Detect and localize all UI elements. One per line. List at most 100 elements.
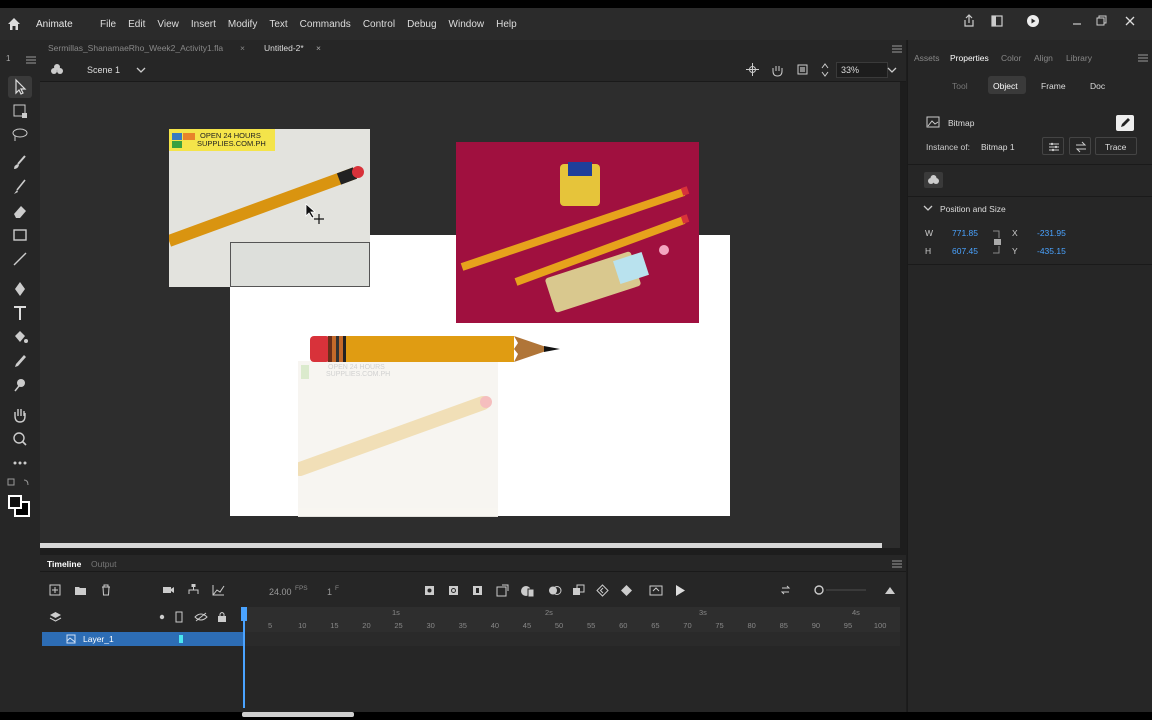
publish-icon[interactable]	[988, 12, 1006, 30]
collapse-icon[interactable]	[26, 56, 36, 64]
swap-colors-icon[interactable]	[6, 477, 34, 489]
zoom-tool-icon[interactable]	[10, 430, 30, 448]
edit-symbols-icon[interactable]	[50, 63, 64, 77]
tab-align[interactable]: Align	[1034, 53, 1053, 63]
pin-tool-icon[interactable]	[10, 376, 30, 394]
zoom-field[interactable]: 33%	[836, 62, 888, 78]
pencil-drawing[interactable]	[308, 334, 562, 364]
loop-icon[interactable]	[649, 584, 663, 597]
pasteboard[interactable]: OPEN 24 HOURS SUPPLIES.COM.PH OPEN 24 HO…	[40, 82, 900, 548]
play-icon[interactable]	[674, 584, 686, 597]
visibility-icon[interactable]	[194, 612, 208, 622]
graph-icon[interactable]	[212, 584, 225, 596]
clip-content-icon[interactable]	[796, 63, 809, 76]
brush-tool-icon[interactable]	[10, 178, 30, 196]
menu-view[interactable]: View	[157, 19, 179, 30]
selection-tool-icon[interactable]	[10, 78, 30, 96]
bitmap-properties-button[interactable]	[1042, 137, 1064, 155]
menu-commands[interactable]: Commands	[300, 19, 351, 30]
layers-icon[interactable]	[49, 611, 62, 623]
rectangle-tool-icon[interactable]	[10, 226, 30, 244]
magenta-pencils-bitmap[interactable]	[456, 142, 699, 323]
menu-help[interactable]: Help	[496, 19, 517, 30]
tab-library[interactable]: Library	[1066, 53, 1092, 63]
trace-button[interactable]: Trace	[1095, 137, 1137, 155]
swap-bitmap-button[interactable]	[1069, 137, 1091, 155]
close-icon[interactable]	[1121, 12, 1139, 30]
rotate-stage-icon[interactable]	[770, 63, 784, 77]
paint-bucket-tool-icon[interactable]	[10, 328, 30, 346]
insert-frame-icon[interactable]	[472, 585, 483, 596]
menu-window[interactable]: Window	[449, 19, 485, 30]
test-movie-icon[interactable]	[1024, 12, 1042, 30]
tab-close-2[interactable]: ×	[316, 43, 321, 53]
delete-icon[interactable]	[100, 584, 112, 596]
tab-output[interactable]: Output	[91, 559, 117, 569]
tab-document-1[interactable]: Sermillas_ShanamaeRho_Week2_Activity1.fl…	[48, 43, 223, 53]
text-tool-icon[interactable]	[10, 304, 30, 322]
scene-name[interactable]: Scene 1	[87, 65, 120, 75]
hand-tool-icon[interactable]	[10, 406, 30, 424]
fit-frames-icon[interactable]	[884, 585, 896, 595]
h-value[interactable]: 607.45	[952, 246, 978, 256]
tabs-menu-icon[interactable]	[892, 45, 902, 53]
playhead[interactable]	[243, 607, 245, 708]
faded-pencil-bitmap[interactable]: OPEN 24 HOURS SUPPLIES.COM.PH	[298, 361, 498, 517]
new-folder-icon[interactable]	[74, 584, 87, 596]
onion-skin-icon[interactable]	[548, 584, 562, 597]
color-swatches[interactable]	[8, 495, 32, 519]
center-stage-icon[interactable]	[746, 63, 759, 76]
classic-tween-icon[interactable]	[520, 584, 534, 597]
selected-bitmap-bounds[interactable]	[230, 242, 370, 287]
panel-menu-icon[interactable]	[1138, 54, 1148, 62]
tab-properties[interactable]: Properties	[950, 53, 989, 63]
section-chevron-icon[interactable]	[923, 204, 933, 212]
tab-object[interactable]: Object	[993, 81, 1018, 91]
edit-bitmap-button[interactable]	[1116, 115, 1134, 131]
eraser-tool-icon[interactable]	[10, 202, 30, 220]
layer-row[interactable]: Layer_1	[42, 632, 244, 646]
horizontal-scrollbar[interactable]	[40, 543, 882, 548]
more-tools-icon[interactable]	[10, 454, 30, 472]
zoom-stepper-icon[interactable]	[820, 61, 830, 79]
eyedropper-tool-icon[interactable]	[10, 352, 30, 370]
stroke-color-swatch[interactable]	[8, 495, 22, 509]
layer-parenting-icon[interactable]	[187, 584, 200, 596]
tab-close-1[interactable]: ×	[240, 43, 245, 53]
menu-control[interactable]: Control	[363, 19, 395, 30]
free-transform-tool-icon[interactable]	[10, 102, 30, 120]
insert-blank-keyframe-icon[interactable]	[448, 585, 459, 596]
w-value[interactable]: 771.85	[952, 228, 978, 238]
lasso-tool-icon[interactable]	[10, 126, 30, 144]
paint-brush-tool-icon[interactable]	[10, 154, 30, 172]
edit-multiple-frames-icon[interactable]	[572, 584, 585, 597]
timeline-scrollbar[interactable]	[242, 712, 354, 717]
menu-file[interactable]: File	[100, 19, 116, 30]
create-symbol-button[interactable]	[924, 172, 943, 188]
restore-icon[interactable]	[1092, 12, 1110, 30]
insert-keyframe-icon[interactable]	[424, 585, 435, 596]
pen-tool-icon[interactable]	[10, 280, 30, 298]
minimize-icon[interactable]	[1068, 12, 1086, 30]
motion-tween-icon[interactable]	[496, 584, 509, 597]
previous-keyframe-icon[interactable]	[596, 584, 609, 597]
next-keyframe-icon[interactable]	[620, 584, 633, 597]
fps-value[interactable]: 24.00	[269, 587, 292, 597]
new-layer-icon[interactable]	[49, 584, 61, 596]
tab-timeline[interactable]: Timeline	[47, 559, 81, 569]
menu-modify[interactable]: Modify	[228, 19, 257, 30]
share-icon[interactable]	[960, 12, 978, 30]
tab-document-2[interactable]: Untitled-2*	[264, 43, 304, 53]
menu-insert[interactable]: Insert	[191, 19, 216, 30]
section-title[interactable]: Position and Size	[940, 204, 1006, 214]
instance-value[interactable]: Bitmap 1	[981, 142, 1015, 152]
camera-icon[interactable]	[162, 585, 175, 595]
tab-doc[interactable]: Doc	[1090, 81, 1105, 91]
tab-frame[interactable]: Frame	[1041, 81, 1066, 91]
x-value[interactable]: -231.95	[1037, 228, 1066, 238]
tab-assets[interactable]: Assets	[914, 53, 940, 63]
menu-text[interactable]: Text	[269, 19, 287, 30]
layer-frames-row[interactable]	[244, 632, 900, 646]
outline-icon[interactable]	[175, 611, 183, 623]
menu-debug[interactable]: Debug	[407, 19, 436, 30]
